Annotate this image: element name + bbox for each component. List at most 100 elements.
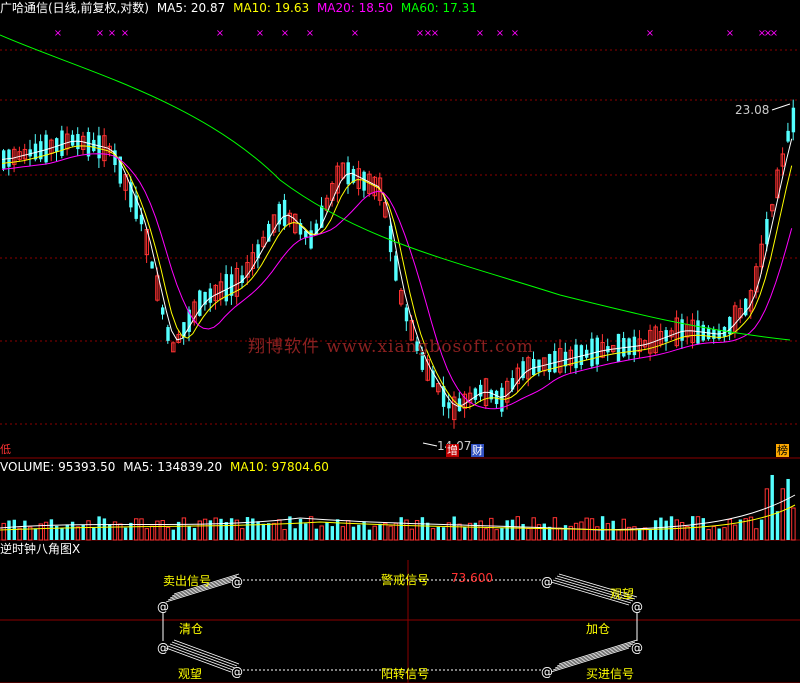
- candle-body-down: [394, 255, 398, 281]
- volume-bar-up: [754, 528, 759, 541]
- candle-body-down: [590, 338, 594, 367]
- candle-body-down: [97, 135, 101, 159]
- volume-bar-down: [60, 528, 64, 540]
- volume-bar-up: [706, 529, 711, 541]
- volume-bar-down: [92, 526, 96, 540]
- volume-bar-up: [478, 520, 483, 541]
- volume-bar-down: [653, 520, 658, 540]
- magenta-cross-icon: ×: [108, 28, 116, 39]
- low-pointer: [422, 442, 438, 447]
- octagon-hatch-bottom-right: [558, 639, 638, 665]
- volume-bar-down: [224, 522, 228, 540]
- candle-body-down: [346, 162, 350, 185]
- volume-bar-up: [1, 522, 6, 541]
- buy-signal-label: 买进信号: [586, 667, 635, 681]
- magenta-cross-icon: ×: [256, 28, 264, 39]
- tag-zeng[interactable]: 增: [446, 444, 459, 457]
- moving-average-lines: [0, 34, 793, 447]
- volume-bar-up: [679, 521, 685, 541]
- volume-bar-down: [314, 528, 319, 540]
- volume-bar-down: [701, 518, 705, 540]
- volume-bar-down: [229, 518, 234, 540]
- octagon-node-top-left: @: [231, 575, 243, 589]
- magenta-cross-icon: ×: [54, 28, 62, 39]
- candle-body-down: [70, 134, 75, 146]
- candle-body-down: [574, 344, 578, 369]
- volume-bar-up: [732, 524, 738, 541]
- yang-signal-label: 阳转信号: [381, 667, 430, 681]
- volume-bar-down: [304, 523, 308, 540]
- watch-bottom-label: 观望: [178, 667, 203, 681]
- candle-body-down: [473, 388, 478, 400]
- candle-body-down: [664, 330, 668, 342]
- volume-bar-up: [340, 526, 346, 541]
- volume-bar-up: [277, 519, 282, 541]
- volume-bar-down: [600, 516, 605, 540]
- volume-bar-up: [711, 526, 717, 541]
- volume-bar-up: [722, 527, 727, 541]
- candle-body-down: [388, 225, 393, 253]
- warning-signal-label: 警戒信号: [381, 573, 430, 587]
- magenta-cross-icon: ×: [511, 28, 519, 39]
- volume-bar-up: [695, 516, 701, 541]
- candle-body-down: [537, 359, 541, 372]
- tag-bang[interactable]: 榜: [776, 444, 789, 457]
- volume-bar-up: [605, 523, 611, 541]
- volume-bar-up: [86, 520, 91, 541]
- left-tag[interactable]: 低: [0, 443, 11, 456]
- candle-body-down: [595, 337, 599, 365]
- candle-body-down: [55, 138, 59, 152]
- magenta-cross-icon: ×: [431, 28, 439, 39]
- volume-bar-down: [717, 528, 721, 540]
- volume-bar-down: [49, 519, 54, 540]
- volume-bar-up: [271, 522, 277, 541]
- magenta-cross-icon: ×: [281, 28, 289, 39]
- candle-body-down: [44, 134, 48, 163]
- volume-bar-up: [134, 518, 139, 541]
- volume-ma5: MA5: 134839.20: [123, 460, 223, 474]
- volume-bar-down: [33, 528, 38, 540]
- high-pointer: [771, 103, 791, 111]
- volume-bar-up: [393, 522, 399, 541]
- magenta-cross-icon: ×: [96, 28, 104, 39]
- volume-bar-down: [638, 529, 642, 540]
- magenta-cross-icon: ×: [770, 28, 778, 39]
- magenta-cross-icon: ×: [351, 28, 359, 39]
- high-price-label: 23.08: [735, 103, 770, 117]
- volume-bar-up: [202, 518, 208, 541]
- volume-bar-up: [446, 522, 452, 541]
- volume-bar-up: [144, 528, 150, 541]
- tag-cai[interactable]: 财: [471, 444, 484, 457]
- volume-bar-down: [123, 527, 128, 540]
- volume-bar-down: [505, 520, 509, 540]
- volume-bar-down: [399, 517, 403, 540]
- volume-bar-down: [261, 523, 266, 540]
- octagon-node-bottom-right: @: [541, 665, 553, 679]
- sell-signal-label: 卖出信号: [163, 574, 212, 588]
- volume-bar-up: [43, 521, 49, 541]
- volume-bar-up: [616, 529, 621, 541]
- candle-body-down: [494, 390, 499, 405]
- volume-bar-up: [595, 526, 600, 541]
- volume-bar-down: [542, 523, 546, 540]
- volume-bar-up: [536, 524, 542, 541]
- candle-body-down: [447, 402, 451, 409]
- octagon-hatch-bottom-right: [556, 641, 636, 667]
- octagon-node-top-right: @: [541, 575, 553, 589]
- indicator-name[interactable]: 逆时钟八角图X: [0, 541, 80, 557]
- magenta-cross-icon: ×: [216, 28, 224, 39]
- volume-bar-down: [187, 525, 191, 540]
- octagon-node-left-top: @: [157, 600, 169, 614]
- volume-bar-down: [97, 516, 101, 540]
- volume-bar-down: [7, 520, 11, 540]
- volume-bar-down: [129, 522, 133, 540]
- warning-value: 73.600: [451, 571, 493, 585]
- volume-bars: [0, 474, 796, 541]
- magenta-cross-icon: ×: [646, 28, 654, 39]
- volume-value: VOLUME: 95393.50: [0, 460, 116, 474]
- volume-bar-down: [330, 526, 334, 540]
- candle-body-down: [166, 327, 170, 341]
- volume-bar-down: [298, 518, 303, 540]
- volume-bar-down: [267, 523, 271, 540]
- candle-body-down: [86, 131, 91, 157]
